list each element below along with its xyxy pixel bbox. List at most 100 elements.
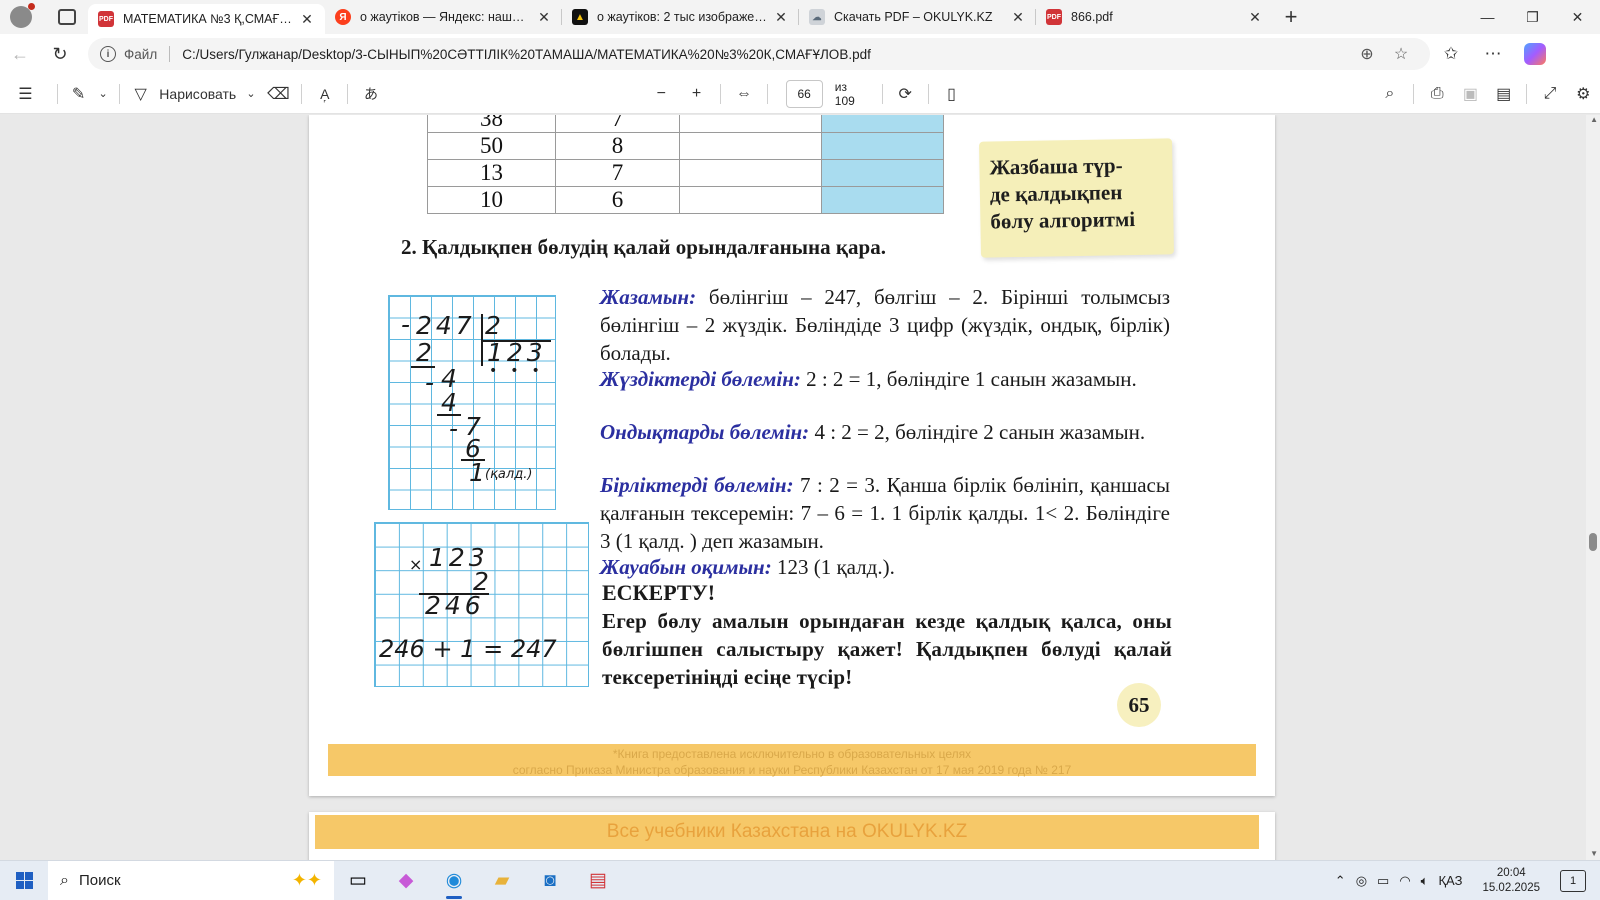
tab-actions-icon[interactable] xyxy=(58,9,76,25)
table-row: 13 7 xyxy=(427,159,944,187)
pdf-page-next: Все учебники Казахстана на OKULYK.KZ xyxy=(309,812,1275,860)
table-row: 10 6 xyxy=(427,186,944,214)
pdf-toolbar: ☰ ✎ ⌄ ▽ Нарисовать ⌄ ⌫ A᷊ あ − + ⇔ 66 из … xyxy=(0,74,1600,114)
tab-okulyk[interactable]: ☁ Скачать PDF – OKULYK.KZ ✕ xyxy=(799,0,1036,34)
footer-note: *Книга предоставлена исключительно в обр… xyxy=(612,747,972,761)
tab-pdf-math[interactable]: PDF МАТЕМАТИКА №3 Қ,СМАҒҰЛОВ ✕ xyxy=(88,4,325,34)
info-icon[interactable]: i xyxy=(100,46,116,62)
clock[interactable]: 20:04 15.02.2025 xyxy=(1482,866,1540,896)
start-button[interactable] xyxy=(0,872,48,889)
chevron-down-icon[interactable]: ⌄ xyxy=(93,74,113,114)
close-tab-icon[interactable]: ✕ xyxy=(536,9,552,26)
draw-button[interactable]: Нарисовать xyxy=(155,74,240,114)
scroll-down-icon[interactable]: ▼ xyxy=(1590,849,1598,858)
taskbar-search[interactable]: ⌕ Поиск ✦✦ xyxy=(48,860,334,900)
paragraph-text: 2 : 2 = 1, бөліндіге 1 санын жазамын. xyxy=(800,367,1137,391)
favorites-icon[interactable]: ✩ xyxy=(1430,44,1472,64)
copilot-app-icon[interactable]: ◆ xyxy=(382,861,430,900)
minimize-icon[interactable]: — xyxy=(1465,0,1510,34)
page-number-input[interactable]: 66 xyxy=(785,79,823,108)
table-cell-empty xyxy=(679,186,822,214)
back-arrow-icon[interactable]: ← xyxy=(0,44,40,65)
edge-icon[interactable]: ◉ xyxy=(430,861,478,900)
zoom-icon[interactable]: ⊕ xyxy=(1350,44,1384,64)
zoom-in-icon[interactable]: + xyxy=(679,74,714,114)
vertical-scrollbar[interactable]: ▲ ▼ xyxy=(1586,115,1600,860)
yandex-icon: Я xyxy=(335,9,351,25)
tab-866-pdf[interactable]: PDF 866.pdf ✕ xyxy=(1036,0,1273,34)
notifications-icon[interactable]: 1 xyxy=(1560,869,1586,892)
save-as-icon[interactable]: ▤ xyxy=(1487,74,1520,114)
save-icon[interactable]: ▣ xyxy=(1454,74,1487,114)
quotient-dots: ••• xyxy=(489,363,553,379)
page-view-icon[interactable]: ▯ xyxy=(935,74,968,114)
new-tab-button[interactable]: + xyxy=(1273,0,1309,34)
contents-icon[interactable]: ☰ xyxy=(0,74,51,114)
table-row: 38 7 xyxy=(427,115,944,133)
chevron-down-icon[interactable]: ⌄ xyxy=(240,74,262,114)
url-text[interactable]: C:/Users/Гулжанар/Desktop/3-СЫНЫП%20СӘТТ… xyxy=(182,47,1350,62)
close-tab-icon[interactable]: ✕ xyxy=(1010,9,1026,26)
highlight-icon[interactable]: ✎ xyxy=(64,74,93,114)
zoom-out-icon[interactable]: − xyxy=(644,74,679,114)
minus-sign: - xyxy=(401,310,411,339)
meet-icon[interactable]: ◎ xyxy=(1356,873,1367,889)
language-indicator[interactable]: ҚАЗ xyxy=(1438,873,1462,888)
search-icon[interactable]: ⌕ xyxy=(1372,74,1407,114)
fit-width-icon[interactable]: ⇔ xyxy=(727,74,760,114)
sticky-note-line: бөлу алгоритмі xyxy=(990,206,1136,234)
warning-text: Егер бөлу амалын орындаған кезде қалдық … xyxy=(602,609,1172,689)
images-icon: ▲ xyxy=(572,9,588,25)
exercise-heading: 2. Қалдықпен бөлудің қалай орындалғанына… xyxy=(401,235,886,259)
close-window-icon[interactable]: ✕ xyxy=(1555,0,1600,34)
times-sign: × xyxy=(409,555,423,574)
volume-icon[interactable]: 🔈︎ xyxy=(1421,873,1429,889)
rotate-icon[interactable]: ⟳ xyxy=(889,74,922,114)
task-view-icon[interactable]: ▭ xyxy=(334,861,382,900)
battery-icon[interactable]: ▭ xyxy=(1377,873,1389,889)
table-cell: 6 xyxy=(555,186,680,214)
table-cell-highlight xyxy=(821,186,944,214)
warning-title: ЕСКЕРТУ! xyxy=(602,580,716,605)
refresh-icon[interactable]: ↻ xyxy=(40,44,80,65)
wifi-icon[interactable]: ◠ xyxy=(1399,873,1410,889)
quotient: 123 xyxy=(487,338,547,367)
tab-images[interactable]: ▲ о жаутіков: 2 тыс изображений ✕ xyxy=(562,0,799,34)
file-explorer-icon[interactable]: ▰ xyxy=(478,861,526,900)
favorite-star-icon[interactable]: ☆ xyxy=(1384,44,1418,64)
tab-yandex[interactable]: Я о жаутіков — Яндекс: нашлось 3 ✕ xyxy=(325,0,562,34)
table-cell-highlight xyxy=(821,159,944,187)
file-label: Файл xyxy=(124,46,158,62)
chevron-up-icon[interactable]: ⌃ xyxy=(1335,873,1346,889)
table-cell-highlight xyxy=(821,115,944,133)
close-tab-icon[interactable]: ✕ xyxy=(773,9,789,26)
outlook-icon[interactable]: ◙ xyxy=(526,861,574,900)
table-row: 50 8 xyxy=(427,132,944,160)
restore-icon[interactable]: ❐ xyxy=(1510,0,1555,34)
taskbar: ⌕ Поиск ✦✦ ▭ ◆ ◉ ▰ ◙ ▤ ⌃ ◎ ▭ ◠ 🔈︎ ҚАЗ 20… xyxy=(0,860,1600,900)
profile-avatar[interactable] xyxy=(10,3,35,28)
fullscreen-icon[interactable]: ⤢ xyxy=(1533,74,1566,114)
close-tab-icon[interactable]: ✕ xyxy=(1247,9,1263,26)
pdf-icon: PDF xyxy=(98,11,114,27)
draw-icon[interactable]: ▽ xyxy=(126,74,155,114)
paragraph-write: Жазамын: бөлінгіш – 247, бөлгіш – 2. Бір… xyxy=(600,283,1170,367)
copilot-icon[interactable] xyxy=(1524,43,1546,65)
page-total-label: из 109 xyxy=(834,79,855,108)
division-step: 4 xyxy=(441,388,461,417)
pdf-app-icon[interactable]: ▤ xyxy=(574,861,622,900)
translate-icon[interactable]: あ xyxy=(354,74,387,114)
table-cell-empty xyxy=(679,115,822,133)
url-field[interactable]: i Файл C:/Users/Гулжанар/Desktop/3-СЫНЫП… xyxy=(88,38,1430,70)
read-aloud-icon[interactable]: A᷊ xyxy=(308,74,341,114)
more-menu-icon[interactable]: ⋯ xyxy=(1472,44,1514,64)
close-tab-icon[interactable]: ✕ xyxy=(299,11,315,28)
settings-gear-icon[interactable]: ⚙ xyxy=(1567,74,1600,114)
search-label: Поиск xyxy=(78,872,121,889)
scrollbar-thumb[interactable] xyxy=(1589,533,1597,551)
scroll-up-icon[interactable]: ▲ xyxy=(1590,115,1598,124)
tab-title: 866.pdf xyxy=(1071,10,1113,24)
eraser-icon[interactable]: ⌫ xyxy=(262,74,295,114)
pdf-viewport[interactable]: 38 7 50 8 13 7 10 6 Жазбаша түр- де қалд… xyxy=(0,115,1600,860)
print-icon[interactable]: ⎙ xyxy=(1420,74,1453,114)
